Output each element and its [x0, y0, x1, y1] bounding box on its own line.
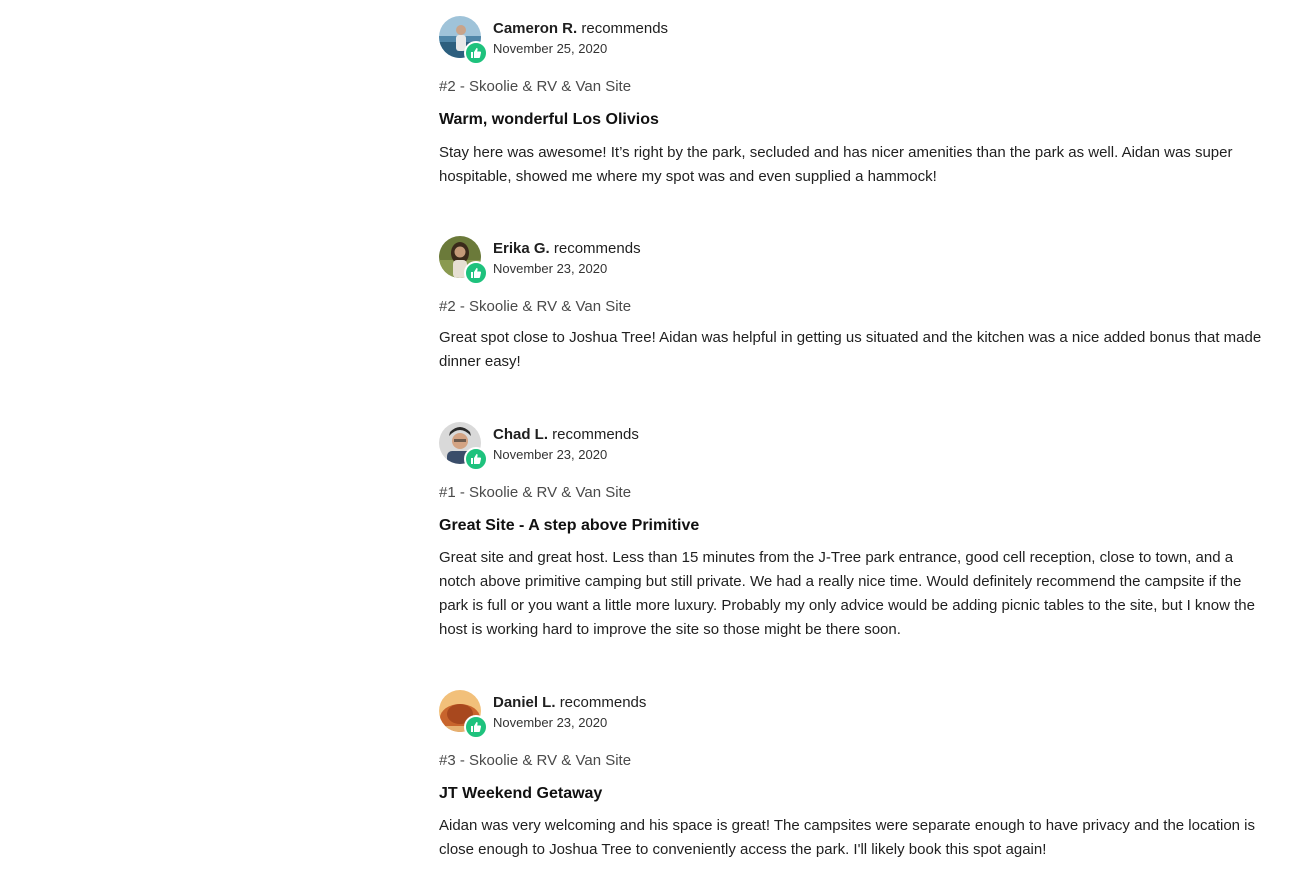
review-header: Cameron R. recommends November 25, 2020: [439, 16, 839, 66]
review-body: Great spot close to Joshua Tree! Aidan w…: [439, 329, 1262, 370]
review-item: Cameron R. recommends November 25, 2020 …: [439, 16, 1269, 191]
review-item: Daniel L. recommends November 23, 2020 #…: [439, 690, 1269, 870]
review-header: Daniel L. recommends November 23, 2020: [439, 690, 839, 740]
reviewer-name[interactable]: Chad L.: [493, 426, 548, 443]
review-date: November 23, 2020: [493, 715, 608, 730]
recommend-label: recommends: [559, 694, 647, 711]
reviewer-avatar[interactable]: [439, 236, 489, 286]
review-title: JT Weekend Getaway: [439, 785, 603, 802]
thumbs-up-icon: [464, 261, 488, 285]
site-name[interactable]: #2 - Skoolie & RV & Van Site: [439, 298, 631, 316]
review-title: Warm, wonderful Los Olivios: [439, 111, 659, 128]
review-body: Aidan was very welcoming and his space i…: [439, 817, 1256, 858]
reviewer-line: Chad L. recommends: [493, 426, 639, 444]
review-body: Great site and great host. Less than 15 …: [439, 549, 1255, 638]
reviewer-avatar[interactable]: [439, 16, 489, 66]
review-header: Erika G. recommends November 23, 2020: [439, 236, 839, 286]
reviewer-line: Daniel L. recommends: [493, 694, 646, 712]
review-header: Chad L. recommends November 23, 2020: [439, 422, 839, 472]
reviewer-line: Erika G. recommends: [493, 240, 641, 258]
review-item: Erika G. recommends November 23, 2020 #2…: [439, 236, 1269, 376]
site-name[interactable]: #1 - Skoolie & RV & Van Site: [439, 484, 631, 502]
reviewer-name[interactable]: Cameron R.: [493, 20, 577, 37]
reviewer-avatar[interactable]: [439, 422, 489, 472]
reviewer-name[interactable]: Erika G.: [493, 240, 550, 257]
recommend-label: recommends: [581, 20, 669, 37]
review-item: Chad L. recommends November 23, 2020 #1 …: [439, 422, 1269, 642]
recommend-label: recommends: [552, 426, 639, 443]
review-body: Stay here was awesome! It’s right by the…: [439, 144, 1233, 185]
recommend-label: recommends: [553, 240, 641, 257]
reviewer-name[interactable]: Daniel L.: [493, 694, 556, 711]
site-name[interactable]: #2 - Skoolie & RV & Van Site: [439, 78, 631, 96]
thumbs-up-icon: [464, 715, 488, 739]
reviewer-avatar[interactable]: [439, 690, 489, 740]
review-title: Great Site - A step above Primitive: [439, 517, 700, 534]
review-date: November 23, 2020: [493, 447, 608, 462]
reviewer-line: Cameron R. recommends: [493, 20, 668, 38]
review-date: November 23, 2020: [493, 261, 608, 276]
site-name[interactable]: #3 - Skoolie & RV & Van Site: [439, 752, 631, 770]
thumbs-up-icon: [464, 41, 488, 65]
review-date: November 25, 2020: [493, 41, 608, 56]
thumbs-up-icon: [464, 447, 488, 471]
